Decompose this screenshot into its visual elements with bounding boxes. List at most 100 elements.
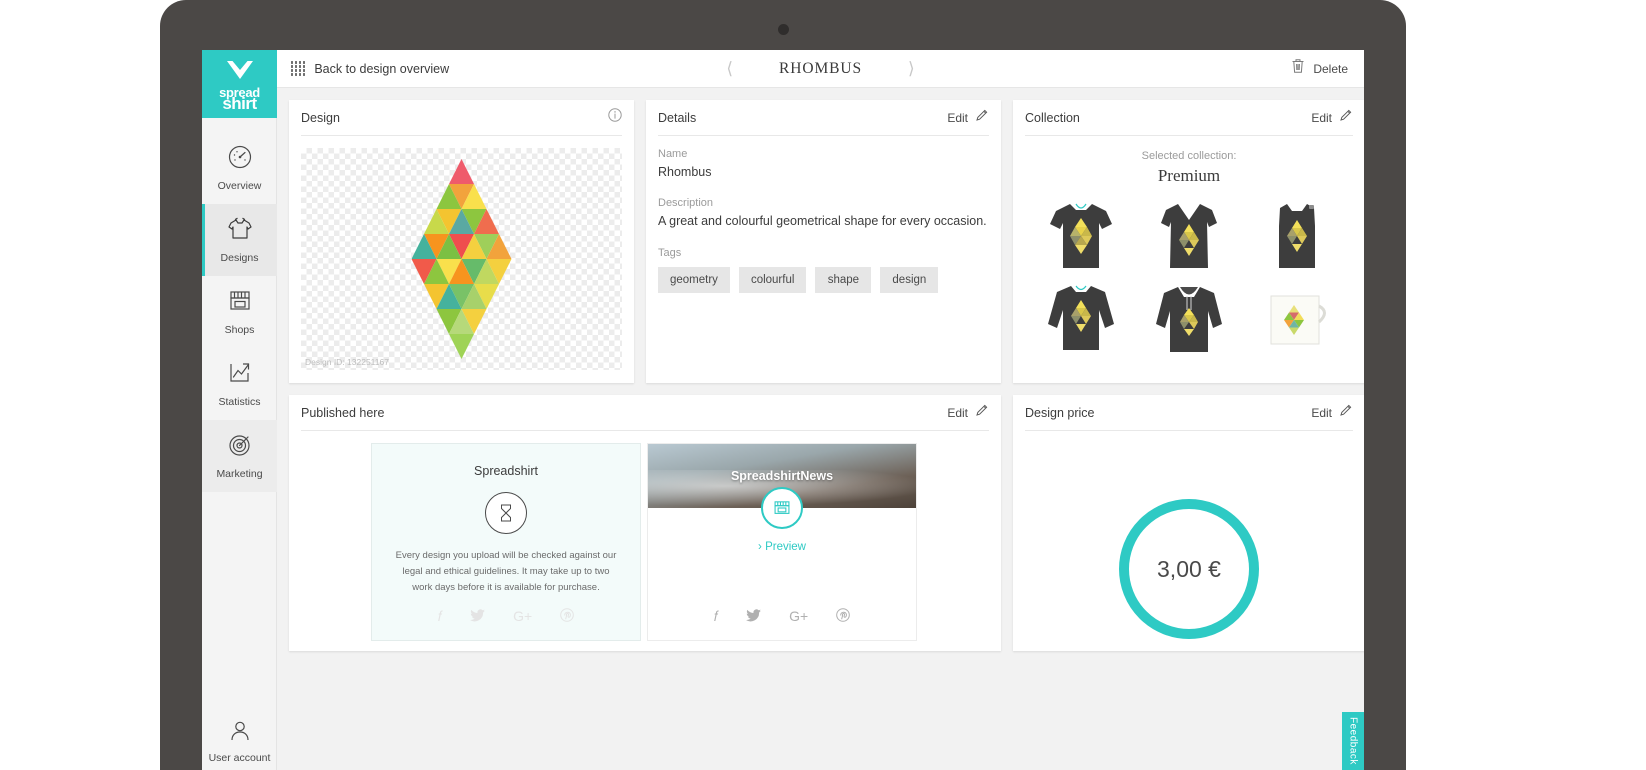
spreadshirt-logo[interactable]: spread shirt — [202, 50, 277, 118]
shop-name: Spreadshirt — [474, 464, 538, 478]
tags-label: Tags — [658, 247, 682, 259]
price-edit-button[interactable]: Edit — [1311, 403, 1353, 422]
twitter-icon[interactable] — [470, 608, 486, 624]
price-card-title: Design price — [1025, 405, 1095, 420]
design-card-header: Design — [301, 100, 622, 136]
facebook-icon[interactable]: 𝑓 — [714, 609, 718, 623]
sidebar-item-user-account[interactable]: User account — [202, 719, 277, 764]
back-label: Back to design overview — [314, 61, 450, 76]
facebook-icon[interactable]: 𝑓 — [438, 609, 442, 623]
published-shop-spreadshirtnews[interactable]: SpreadshirtNews › Preview 𝑓 G+ — [647, 443, 917, 641]
logo-line-2: shirt — [222, 94, 257, 113]
chart-arrow-icon — [227, 360, 253, 391]
speedometer-icon — [227, 144, 253, 175]
details-edit-button[interactable]: Edit — [947, 108, 989, 127]
design-price-card: Design price Edit 3,00 € — [1013, 395, 1364, 651]
collection-edit-button[interactable]: Edit — [1311, 108, 1353, 127]
sidebar: spread shirt Overview Designs Shops Stat… — [202, 50, 277, 770]
storefront-icon — [227, 288, 253, 319]
chevron-left-icon[interactable]: ⟨ — [726, 59, 733, 79]
design-card: Design Design ID: 132251167 — [289, 100, 634, 383]
camera-dot — [778, 24, 789, 35]
description-value: A great and colourful geometrical shape … — [658, 214, 987, 228]
product-mens-longsleeve[interactable] — [1027, 278, 1135, 362]
design-id-label: Design ID: 132251167 — [305, 357, 389, 367]
sidebar-item-statistics[interactable]: Statistics — [202, 348, 277, 420]
delete-label: Delete — [1313, 61, 1348, 76]
collection-card-header: Collection Edit — [1025, 100, 1353, 136]
rhombus-artwork — [411, 159, 512, 359]
sidebar-item-designs[interactable]: Designs — [202, 204, 277, 276]
product-hoodie[interactable] — [1135, 278, 1243, 362]
collection-card-title: Collection — [1025, 110, 1080, 125]
tag-item[interactable]: shape — [815, 267, 872, 293]
collection-product-grid — [1013, 194, 1364, 362]
published-card-title: Published here — [301, 405, 385, 420]
price-card-header: Design price Edit — [1025, 395, 1353, 431]
sidebar-item-marketing[interactable]: Marketing — [202, 420, 277, 492]
details-card: Details Edit Name Rhombus Description A … — [646, 100, 1001, 383]
tag-item[interactable]: colourful — [738, 267, 807, 293]
shop-name: SpreadshirtNews — [730, 469, 834, 483]
pencil-icon — [1339, 108, 1353, 127]
social-links: 𝑓 G+ — [372, 608, 640, 624]
name-label: Name — [658, 148, 688, 160]
top-bar: Back to design overview ⟨ RHOMBUS ⟩ Dele… — [277, 50, 1364, 88]
tshirt-icon — [226, 216, 254, 247]
product-mens-tshirt[interactable] — [1027, 194, 1135, 278]
logo-wordmark: spread shirt — [219, 86, 260, 113]
details-card-title: Details — [658, 110, 697, 125]
published-card-header: Published here Edit — [301, 395, 989, 431]
delete-button[interactable]: Delete — [1291, 58, 1348, 79]
publish-notice: Every design you upload will be checked … — [395, 550, 617, 593]
hourglass-badge — [372, 492, 640, 534]
trash-icon — [1291, 58, 1305, 79]
shop-badge — [648, 487, 916, 529]
pencil-icon — [975, 403, 989, 422]
googleplus-icon[interactable]: G+ — [513, 609, 532, 623]
tablet-frame: spread shirt Overview Designs Shops Stat… — [160, 0, 1406, 770]
price-ring[interactable]: 3,00 € — [1119, 499, 1259, 639]
product-mens-tank-top[interactable] — [1243, 194, 1351, 278]
pencil-icon — [975, 108, 989, 127]
sidebar-item-shops[interactable]: Shops — [202, 276, 277, 348]
edit-label: Edit — [1311, 405, 1332, 420]
page-title: RHOMBUS — [779, 60, 862, 77]
pencil-icon — [1339, 403, 1353, 422]
person-icon — [228, 719, 252, 748]
details-body: Name Rhombus Description A great and col… — [646, 136, 1001, 293]
content-area: Design Design ID: 132251167 Details Edit… — [277, 88, 1364, 770]
pinterest-icon[interactable] — [560, 608, 575, 624]
design-preview-canvas[interactable]: Design ID: 132251167 — [301, 148, 622, 370]
name-value: Rhombus — [658, 165, 712, 179]
tag-item[interactable]: geometry — [658, 267, 730, 293]
info-icon[interactable] — [608, 108, 622, 127]
heart-icon — [225, 59, 255, 86]
storefront-icon — [761, 487, 803, 529]
published-card: Published here Edit Spreadshirt Every de… — [289, 395, 1001, 651]
chevron-right-icon[interactable]: ⟩ — [908, 59, 915, 79]
hourglass-icon — [485, 492, 527, 534]
tag-list: geometry colourful shape design — [658, 267, 989, 293]
published-edit-button[interactable]: Edit — [947, 403, 989, 422]
details-card-header: Details Edit — [658, 100, 989, 136]
googleplus-icon[interactable]: G+ — [789, 609, 808, 623]
preview-link[interactable]: › Preview — [648, 541, 916, 553]
sidebar-item-label: Marketing — [216, 468, 263, 480]
product-womens-vneck-tshirt[interactable] — [1135, 194, 1243, 278]
target-icon — [227, 432, 253, 463]
edit-label: Edit — [947, 110, 968, 125]
user-account-label: User account — [208, 752, 271, 764]
sidebar-item-overview[interactable]: Overview — [202, 132, 277, 204]
design-card-title: Design — [301, 110, 340, 125]
feedback-tab[interactable]: Feedback — [1342, 712, 1364, 770]
published-shop-spreadshirt[interactable]: Spreadshirt Every design you upload will… — [371, 443, 641, 641]
selected-collection-name: Premium — [1157, 166, 1221, 185]
tag-item[interactable]: design — [880, 267, 939, 293]
product-mug[interactable] — [1243, 278, 1351, 362]
twitter-icon[interactable] — [746, 608, 762, 624]
screen: spread shirt Overview Designs Shops Stat… — [202, 50, 1364, 770]
grid-dots-icon — [291, 61, 306, 76]
back-to-design-overview-button[interactable]: Back to design overview — [291, 61, 450, 76]
pinterest-icon[interactable] — [836, 608, 851, 624]
